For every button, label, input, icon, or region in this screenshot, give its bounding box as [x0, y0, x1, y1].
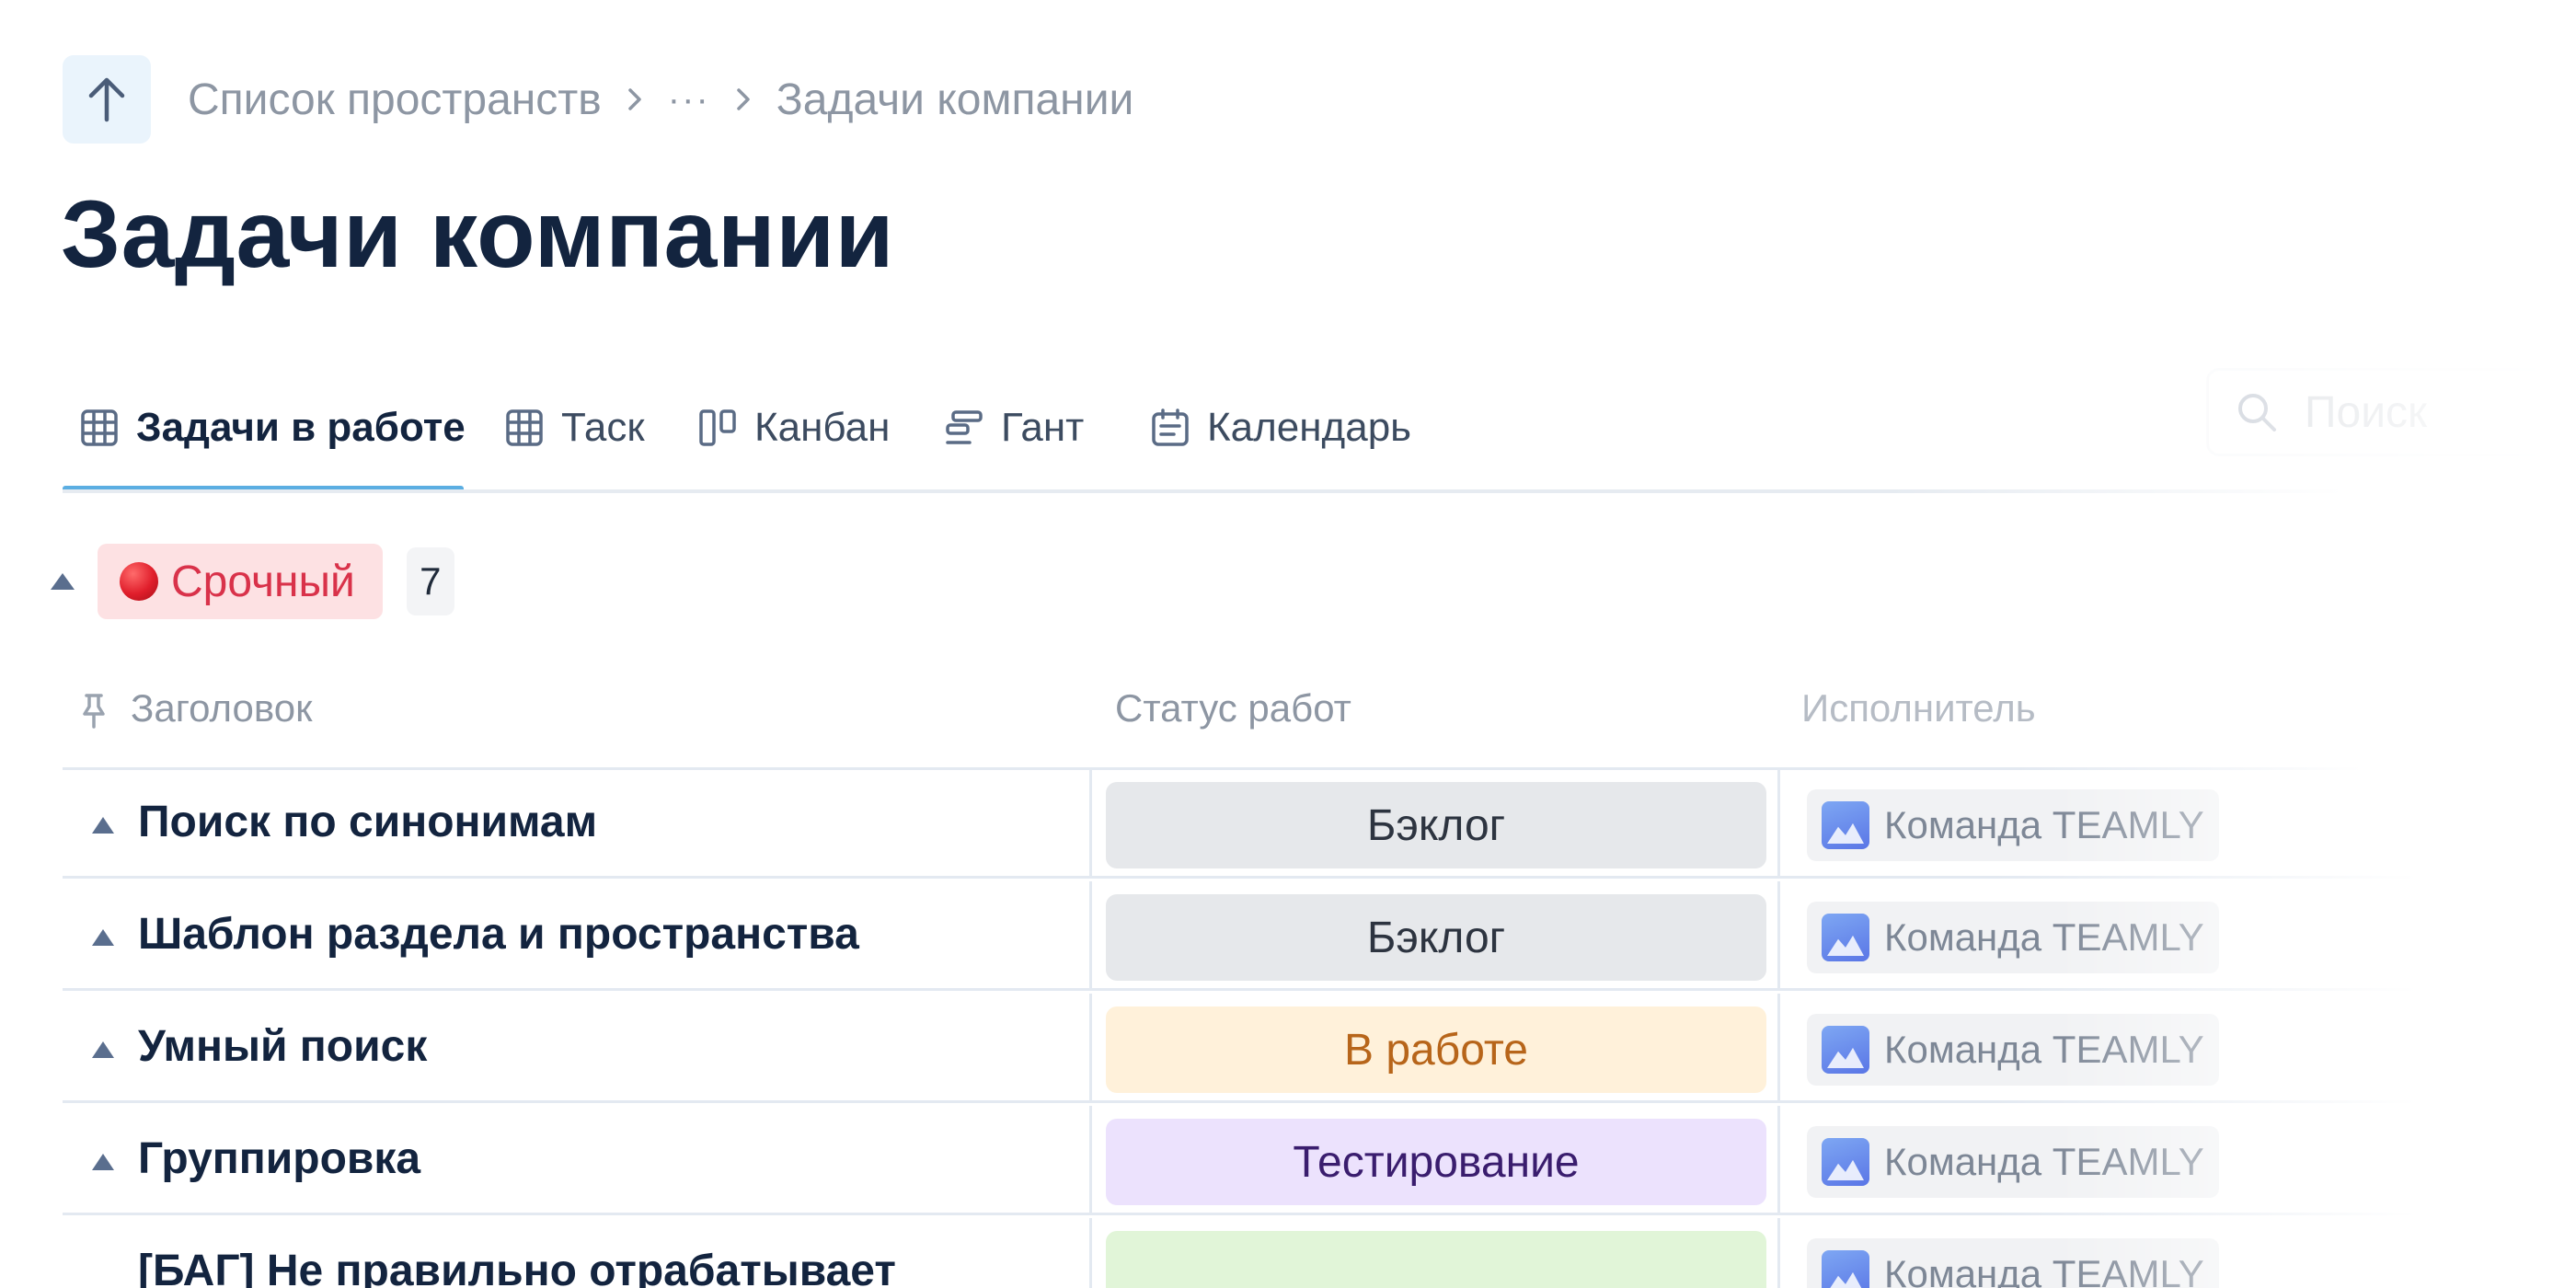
tab-tasks-in-work[interactable]: Задачи в работе	[79, 386, 466, 469]
tab-label: Гант	[1001, 405, 1085, 450]
expand-toggle-icon[interactable]	[86, 921, 120, 954]
assignee-name: Команда TEAMLY	[1884, 915, 2204, 959]
breadcrumb-item-spaces[interactable]: Список пространств	[188, 75, 602, 125]
tab-label: Календарь	[1207, 405, 1412, 450]
column-divider	[1089, 769, 1092, 879]
assignee-chip[interactable]: Команда TEAMLY	[1807, 1238, 2219, 1288]
assignee-chip[interactable]: Команда TEAMLY	[1807, 789, 2219, 861]
tab-calendar[interactable]: Календарь	[1150, 386, 1411, 469]
kanban-icon	[697, 408, 738, 448]
table-row[interactable]: Шаблон раздела и пространства Бэклог Ком…	[63, 881, 2418, 994]
column-divider	[1089, 1218, 1092, 1288]
table-icon	[504, 408, 545, 448]
status-badge[interactable]: Тестирование	[1106, 1119, 1766, 1205]
column-divider	[1089, 1106, 1092, 1215]
task-title[interactable]: Умный поиск	[138, 1021, 427, 1072]
search-input[interactable]	[2305, 386, 2544, 438]
priority-badge[interactable]: Срочный	[98, 544, 383, 619]
gantt-icon	[944, 408, 984, 448]
assignee-chip[interactable]: Команда TEAMLY	[1807, 1014, 2219, 1086]
avatar	[1822, 1026, 1869, 1074]
table-row[interactable]: [БАГ] Не правильно отрабатывает Команда …	[63, 1218, 2418, 1288]
chevron-right-icon	[727, 83, 760, 116]
tabs-divider	[63, 489, 2344, 493]
breadcrumb: Список пространств ··· Задачи компании	[63, 55, 1133, 144]
column-divider	[1777, 881, 1780, 991]
avatar	[1822, 1250, 1869, 1288]
assignee-name: Команда TEAMLY	[1884, 1252, 2204, 1288]
tab-label: Канбан	[754, 405, 891, 450]
row-divider	[63, 1213, 2418, 1215]
status-badge[interactable]: Бэклог	[1106, 894, 1766, 981]
status-badge[interactable]: В работе	[1106, 1006, 1766, 1093]
group-header: Срочный 7	[46, 543, 454, 620]
status-badge[interactable]	[1106, 1231, 1766, 1288]
table-icon	[79, 408, 120, 448]
expand-toggle-icon[interactable]	[86, 1033, 120, 1066]
tab-gantt[interactable]: Гант	[944, 386, 1084, 469]
column-divider	[1777, 1218, 1780, 1288]
chevron-right-icon	[618, 83, 651, 116]
collapse-toggle-icon[interactable]	[46, 565, 79, 598]
expand-toggle-icon[interactable]	[86, 809, 120, 842]
row-divider	[63, 1100, 2418, 1103]
column-header-assignee[interactable]: Исполнитель	[1801, 681, 2036, 736]
arrow-up-icon	[88, 77, 125, 122]
column-divider	[1777, 769, 1780, 879]
avatar	[1822, 1138, 1869, 1186]
tab-task[interactable]: Таск	[504, 386, 645, 469]
table-header: Заголовок Статус работ Исполнитель	[63, 662, 2418, 770]
search-icon	[2238, 394, 2276, 431]
column-divider	[1777, 994, 1780, 1103]
table-row[interactable]: Группировка Тестирование Команда TEAMLY	[63, 1106, 2418, 1218]
calendar-icon	[1150, 408, 1190, 448]
task-title[interactable]: [БАГ] Не правильно отрабатывает	[138, 1246, 896, 1288]
tab-kanban[interactable]: Канбан	[697, 386, 890, 469]
group-count: 7	[406, 547, 454, 615]
column-header-title[interactable]: Заголовок	[77, 681, 312, 736]
search-field[interactable]	[2206, 368, 2576, 456]
assignee-chip[interactable]: Команда TEAMLY	[1807, 902, 2219, 973]
pin-icon	[77, 692, 110, 729]
avatar	[1822, 914, 1869, 961]
assignee-name: Команда TEAMLY	[1884, 803, 2204, 846]
red-circle-icon	[120, 562, 158, 601]
column-divider	[1089, 881, 1092, 991]
page-title: Задачи компании	[61, 181, 895, 288]
task-title[interactable]: Поиск по синонимам	[138, 797, 597, 847]
assignee-chip[interactable]: Команда TEAMLY	[1807, 1126, 2219, 1198]
expand-toggle-icon[interactable]	[86, 1145, 120, 1179]
avatar	[1822, 801, 1869, 849]
task-title[interactable]: Шаблон раздела и пространства	[138, 909, 859, 960]
column-divider	[1777, 1106, 1780, 1215]
tab-label: Задачи в работе	[136, 405, 466, 450]
tab-label: Таск	[561, 405, 645, 450]
assignee-name: Команда TEAMLY	[1884, 1028, 2204, 1071]
task-title[interactable]: Группировка	[138, 1133, 420, 1184]
up-button[interactable]	[63, 55, 151, 144]
row-divider	[63, 876, 2418, 879]
table-row[interactable]: Поиск по синонимам Бэклог Команда TEAMLY	[63, 769, 2418, 881]
page: Список пространств ··· Задачи компании З…	[0, 0, 2576, 1288]
breadcrumb-item-current[interactable]: Задачи компании	[776, 75, 1134, 125]
column-divider	[1089, 994, 1092, 1103]
view-tabs: Задачи в работе Таск Канбан Гант Календа…	[63, 366, 2344, 495]
tasks-table: Заголовок Статус работ Исполнитель Поиск…	[63, 662, 2418, 1288]
column-header-status[interactable]: Статус работ	[1115, 681, 1351, 736]
breadcrumb-ellipsis[interactable]: ···	[668, 79, 710, 121]
table-row[interactable]: Умный поиск В работе Команда TEAMLY	[63, 994, 2418, 1106]
row-divider	[63, 988, 2418, 991]
column-label: Заголовок	[131, 686, 313, 730]
status-badge[interactable]: Бэклог	[1106, 782, 1766, 868]
assignee-name: Команда TEAMLY	[1884, 1140, 2204, 1183]
priority-label: Срочный	[171, 557, 355, 606]
